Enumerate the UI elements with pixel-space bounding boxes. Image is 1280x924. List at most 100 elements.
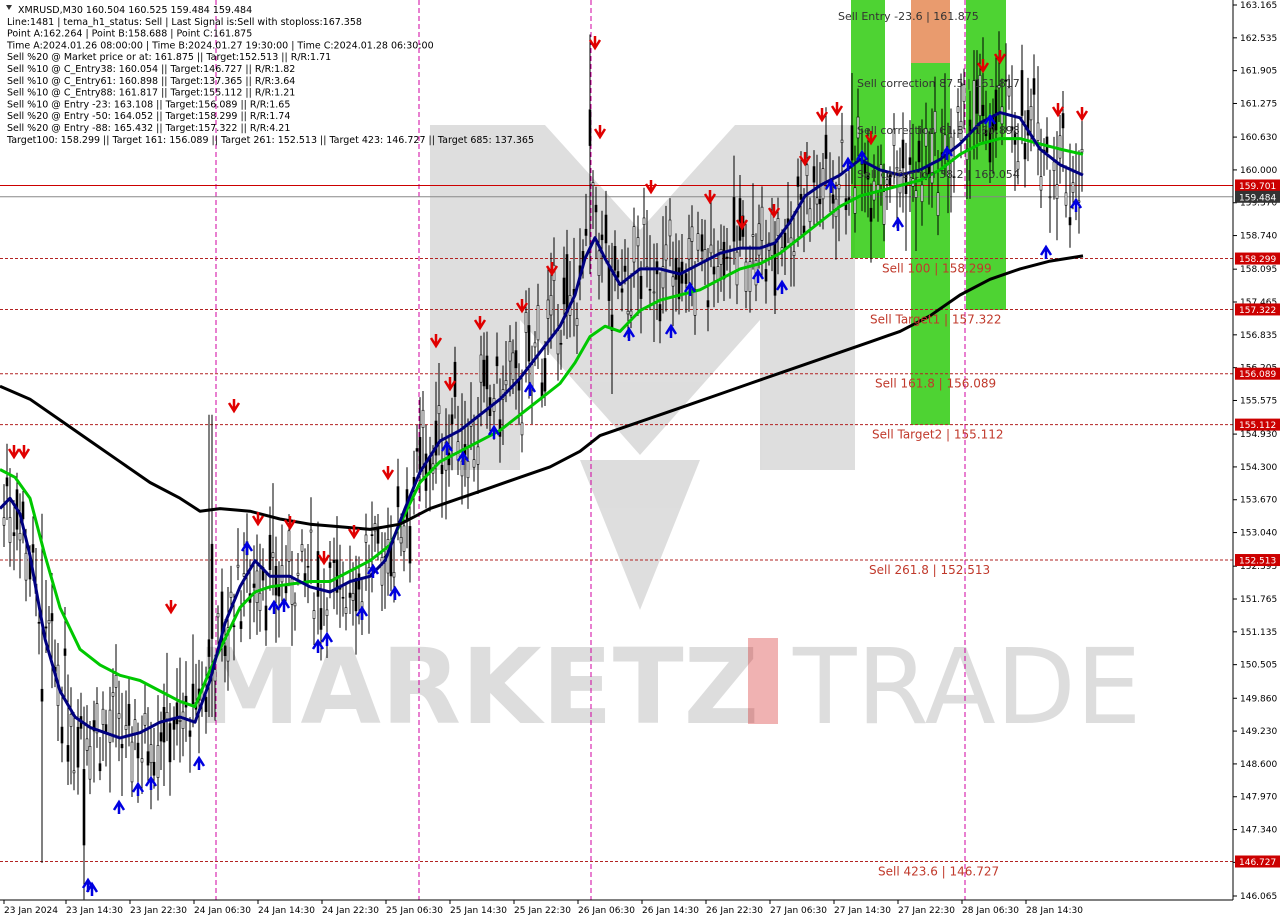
y-tick-label: 155.575 <box>1240 396 1277 406</box>
candle-body <box>1020 70 1024 116</box>
candle-body <box>815 197 819 205</box>
candle-body <box>908 157 912 165</box>
candle-body <box>328 562 332 568</box>
candle-body <box>5 477 9 487</box>
info-line: Sell %10 @ C_Entry38: 160.054 || Target:… <box>7 64 295 75</box>
zone-target <box>911 63 950 425</box>
y-tick-label: 151.135 <box>1240 628 1277 638</box>
candle-body <box>805 164 809 177</box>
x-tick-label: 26 Jan 22:30 <box>706 906 763 916</box>
watermark-bar <box>748 638 778 724</box>
y-tick-label: 154.300 <box>1240 463 1277 473</box>
time-axis-bg <box>0 900 1280 920</box>
candle-body <box>120 743 124 749</box>
candle-body <box>792 251 796 256</box>
x-tick-label: 25 Jan 14:30 <box>450 906 507 916</box>
candle-body <box>479 354 483 383</box>
candle-body <box>175 702 179 725</box>
candle-body <box>140 758 144 763</box>
candle-body <box>101 708 105 725</box>
candle-body <box>520 422 524 436</box>
candle-body <box>264 605 268 631</box>
candle-body <box>600 234 604 241</box>
candle-body <box>453 361 457 397</box>
candle-body <box>344 607 348 614</box>
candle-body <box>584 228 588 236</box>
candle-body <box>773 243 777 296</box>
level-label: Sell 100 | 158.299 <box>882 262 992 276</box>
candle-body <box>354 577 358 612</box>
candle-body <box>152 761 156 776</box>
chart-container[interactable]: MARKETZ TRADE Sell Entry -23.6 | 161.875… <box>0 0 1280 920</box>
candle-body <box>869 207 873 222</box>
watermark-right: TRADE <box>792 626 1142 748</box>
y-tick-label: 161.905 <box>1240 67 1277 77</box>
x-tick-label: 25 Jan 22:30 <box>514 906 571 916</box>
candle-body <box>66 745 70 762</box>
level-label: Sell 423.6 | 146.727 <box>878 865 999 879</box>
candle-body <box>210 543 214 639</box>
y-tick-label: 153.670 <box>1240 496 1277 506</box>
info-line: XMRUSD,M30 160.504 160.525 159.484 159.4… <box>18 5 252 16</box>
y-tick-label: 149.230 <box>1240 727 1277 737</box>
candle-body <box>757 223 761 256</box>
candle-body <box>1080 148 1084 153</box>
candle-body <box>620 288 624 293</box>
candle-body <box>533 342 537 348</box>
candle-body <box>296 572 300 576</box>
candle-body <box>616 271 620 278</box>
candle-body <box>508 341 512 362</box>
candle-body <box>348 592 352 598</box>
candle-body <box>850 125 854 161</box>
level-label: Sell Target2 | 155.112 <box>872 428 1004 442</box>
candle-body <box>1068 217 1072 226</box>
candle-body <box>613 246 617 271</box>
y-tick-label: 151.765 <box>1240 595 1277 605</box>
candle-body <box>527 325 531 362</box>
candle-body <box>808 208 812 223</box>
candle-body <box>1036 122 1040 141</box>
candle-body <box>440 464 444 475</box>
candle-body <box>124 725 128 730</box>
candle-body <box>184 695 188 708</box>
candle-body <box>693 288 697 316</box>
candle-body <box>415 448 419 452</box>
y-tick-label: 160.630 <box>1240 133 1277 143</box>
candle-body <box>172 719 176 730</box>
candle-body <box>1055 184 1059 199</box>
candle-body <box>24 552 28 581</box>
level-label: Sell Target1 | 157.322 <box>870 312 1002 326</box>
info-line: Sell %10 @ C_Entry88: 161.817 || Target:… <box>7 88 295 99</box>
candle-body <box>524 312 528 333</box>
y-tick-label: 147.340 <box>1240 826 1277 836</box>
info-line: Line:1481 | tema_h1_status: Sell | Last … <box>7 17 362 28</box>
candle-body <box>18 532 22 541</box>
candle-body <box>47 620 51 624</box>
candle-body <box>156 745 160 778</box>
candle-body <box>402 525 406 552</box>
candle-body <box>88 746 92 780</box>
candle-body <box>143 712 147 726</box>
candle-body <box>671 276 675 287</box>
price-chart[interactable]: MARKETZ TRADE Sell Entry -23.6 | 161.875… <box>0 0 1280 920</box>
candle-body <box>191 683 195 705</box>
candle-body <box>636 237 640 247</box>
candle-body <box>21 501 25 520</box>
candle-body <box>872 180 876 201</box>
y-tick-label: 149.860 <box>1240 694 1277 704</box>
candle-body <box>706 300 710 308</box>
candle-body <box>604 214 608 244</box>
x-tick-label: 28 Jan 14:30 <box>1026 906 1083 916</box>
candle-body <box>236 564 240 568</box>
candle-body <box>1032 78 1036 95</box>
candle-body <box>188 730 192 737</box>
price-tag: 152.513 <box>1239 557 1276 567</box>
candle-body <box>309 529 313 533</box>
candle-body <box>69 714 73 727</box>
price-tag: 159.701 <box>1239 182 1276 192</box>
candle-body <box>1071 182 1075 193</box>
candle-body <box>648 289 652 291</box>
info-line: Target100: 158.299 || Target 161: 156.08… <box>6 135 534 146</box>
candle-body <box>114 675 118 688</box>
candle-body <box>770 212 774 256</box>
